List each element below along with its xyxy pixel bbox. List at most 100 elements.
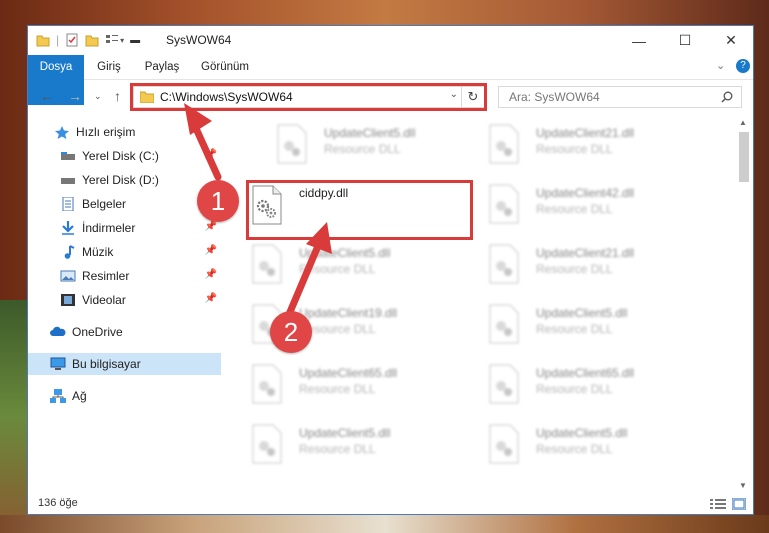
file-item[interactable]: UpdateClient5.dll Resource DLL — [488, 422, 698, 472]
title-bar: | ▾ ▬ SysWOW64 — ☐ ✕ — [28, 26, 753, 55]
pin-icon[interactable]: 📌 — [205, 221, 217, 232]
tab-home[interactable]: Giriş — [88, 55, 130, 79]
file-type: Resource DLL — [299, 382, 376, 396]
tab-share[interactable]: Paylaş — [138, 55, 186, 79]
maximize-button[interactable]: ☐ — [662, 26, 708, 55]
file-name: UpdateClient5.dll — [536, 426, 628, 440]
search-input[interactable]: Ara: SysWOW64 — [509, 90, 600, 104]
file-name: UpdateClient5.dll — [299, 426, 391, 440]
dll-file-icon — [489, 304, 519, 344]
file-name: UpdateClient65.dll — [299, 366, 398, 380]
tab-view[interactable]: Görünüm — [196, 55, 254, 79]
ribbon-expand-icon[interactable]: ⌄ — [716, 59, 725, 72]
sidebar-item-disk-d[interactable]: Yerel Disk (D:) — [28, 169, 221, 191]
download-icon — [62, 221, 74, 235]
pin-icon[interactable]: 📌 — [205, 245, 217, 256]
chevron-down-icon[interactable]: ▾ — [120, 36, 124, 45]
view-toggle-icon[interactable] — [105, 33, 119, 47]
file-item[interactable]: UpdateClient5.dll Resource DLL — [251, 242, 461, 292]
search-icon[interactable] — [721, 91, 733, 103]
pin-icon[interactable]: 📌 — [205, 149, 217, 160]
window-title: SysWOW64 — [166, 33, 232, 47]
minimize-button[interactable]: — — [616, 26, 662, 55]
file-name: UpdateClient19.dll — [299, 306, 398, 320]
scroll-up-icon[interactable]: ▲ — [739, 118, 747, 127]
sidebar-item-onedrive[interactable]: OneDrive — [28, 321, 221, 343]
file-name: UpdateClient5.dll — [324, 126, 416, 140]
customize-toolbar-icon[interactable]: ▬ — [130, 35, 140, 46]
background-foliage — [0, 300, 28, 533]
sidebar-item-pictures[interactable]: Resimler 📌 — [28, 265, 221, 287]
scroll-thumb[interactable] — [739, 132, 749, 182]
up-arrow-icon[interactable]: ↑ — [114, 88, 121, 104]
sidebar-item-label: Yerel Disk (C:) — [82, 149, 159, 163]
close-button[interactable]: ✕ — [708, 26, 754, 55]
sidebar-item-downloads[interactable]: İndirmeler 📌 — [28, 217, 221, 239]
pictures-icon — [60, 270, 76, 282]
sidebar-item-this-pc[interactable]: Bu bilgisayar — [28, 353, 221, 375]
help-icon[interactable]: ? — [736, 59, 750, 73]
file-name: UpdateClient5.dll — [536, 306, 628, 320]
large-icons-view-icon[interactable] — [732, 498, 746, 510]
file-type: Resource DLL — [536, 442, 613, 456]
file-item[interactable]: UpdateClient65.dll Resource DLL — [488, 362, 698, 412]
dll-file-icon — [489, 124, 519, 164]
documents-icon — [62, 197, 74, 211]
forward-arrow-icon[interactable]: → — [68, 88, 82, 104]
file-name: UpdateClient21.dll — [536, 126, 635, 140]
dll-file-icon — [489, 424, 519, 464]
file-item[interactable]: UpdateClient21.dll Resource DLL — [488, 122, 698, 172]
recent-locations-icon[interactable]: ⌄ — [94, 91, 102, 102]
file-item[interactable]: UpdateClient5.dll Resource DLL — [488, 302, 698, 352]
pin-icon[interactable]: 📌 — [205, 269, 217, 280]
file-type: Resource DLL — [536, 262, 613, 276]
file-type: Resource DLL — [536, 142, 613, 156]
dll-file-icon — [489, 244, 519, 284]
new-folder-icon[interactable] — [85, 33, 99, 47]
star-icon — [55, 126, 69, 139]
sidebar-item-label: Resimler — [82, 269, 130, 283]
sidebar-item-label: Ağ — [72, 389, 87, 403]
file-item[interactable]: UpdateClient42.dll Resource DLL — [488, 182, 698, 232]
dll-file-icon — [252, 244, 282, 284]
sidebar-item-quick-access[interactable]: Hızlı erişim — [28, 121, 221, 143]
sidebar-item-label: Belgeler — [82, 197, 127, 211]
sidebar-item-label: OneDrive — [72, 325, 123, 339]
pin-icon[interactable]: 📌 — [205, 293, 217, 304]
sidebar-item-label: Yerel Disk (D:) — [82, 173, 159, 187]
properties-icon[interactable] — [65, 33, 79, 47]
file-name: UpdateClient5.dll — [299, 246, 391, 260]
sidebar-item-network[interactable]: Ağ — [28, 385, 221, 407]
dll-file-icon — [252, 424, 282, 464]
folder-icon[interactable] — [36, 33, 50, 47]
file-item[interactable]: UpdateClient5.dll Resource DLL — [276, 122, 486, 172]
step-1-badge: 1 — [197, 180, 239, 222]
file-item[interactable]: UpdateClient5.dll Resource DLL — [251, 422, 461, 472]
file-type: Resource DLL — [324, 142, 401, 156]
file-type: Resource DLL — [536, 322, 613, 336]
step-2-badge: 2 — [270, 311, 312, 353]
sidebar-item-label: Videolar — [82, 293, 126, 307]
file-type: Resource DLL — [299, 442, 376, 456]
sidebar-item-music[interactable]: Müzik 📌 — [28, 241, 221, 263]
file-item[interactable]: UpdateClient21.dll Resource DLL — [488, 242, 698, 292]
file-highlight-box — [246, 180, 473, 240]
search-box[interactable]: Ara: SysWOW64 — [498, 86, 742, 108]
details-view-icon[interactable] — [710, 498, 726, 510]
sidebar-item-disk-c[interactable]: Yerel Disk (C:) 📌 — [28, 145, 221, 167]
sidebar-item-videos[interactable]: Videolar 📌 — [28, 289, 221, 311]
scroll-down-icon[interactable]: ▼ — [739, 481, 747, 490]
cloud-icon — [50, 326, 66, 336]
file-type: Resource DLL — [536, 202, 613, 216]
sidebar-item-label: Bu bilgisayar — [72, 357, 141, 371]
vertical-scrollbar[interactable]: ▲ ▼ — [737, 116, 751, 492]
file-item[interactable]: UpdateClient65.dll Resource DLL — [251, 362, 461, 412]
quick-access-toolbar: | ▾ ▬ — [36, 32, 140, 48]
file-name: UpdateClient21.dll — [536, 246, 635, 260]
status-bar: 136 öğe — [28, 494, 753, 516]
sidebar-item-label: Müzik — [82, 245, 114, 259]
back-arrow-icon[interactable]: ← — [40, 88, 54, 104]
drive-icon — [61, 178, 75, 184]
sidebar-item-documents[interactable]: Belgeler — [28, 193, 221, 215]
file-list: UpdateClient5.dll Resource DLL ciddpy.dl… — [223, 116, 737, 491]
